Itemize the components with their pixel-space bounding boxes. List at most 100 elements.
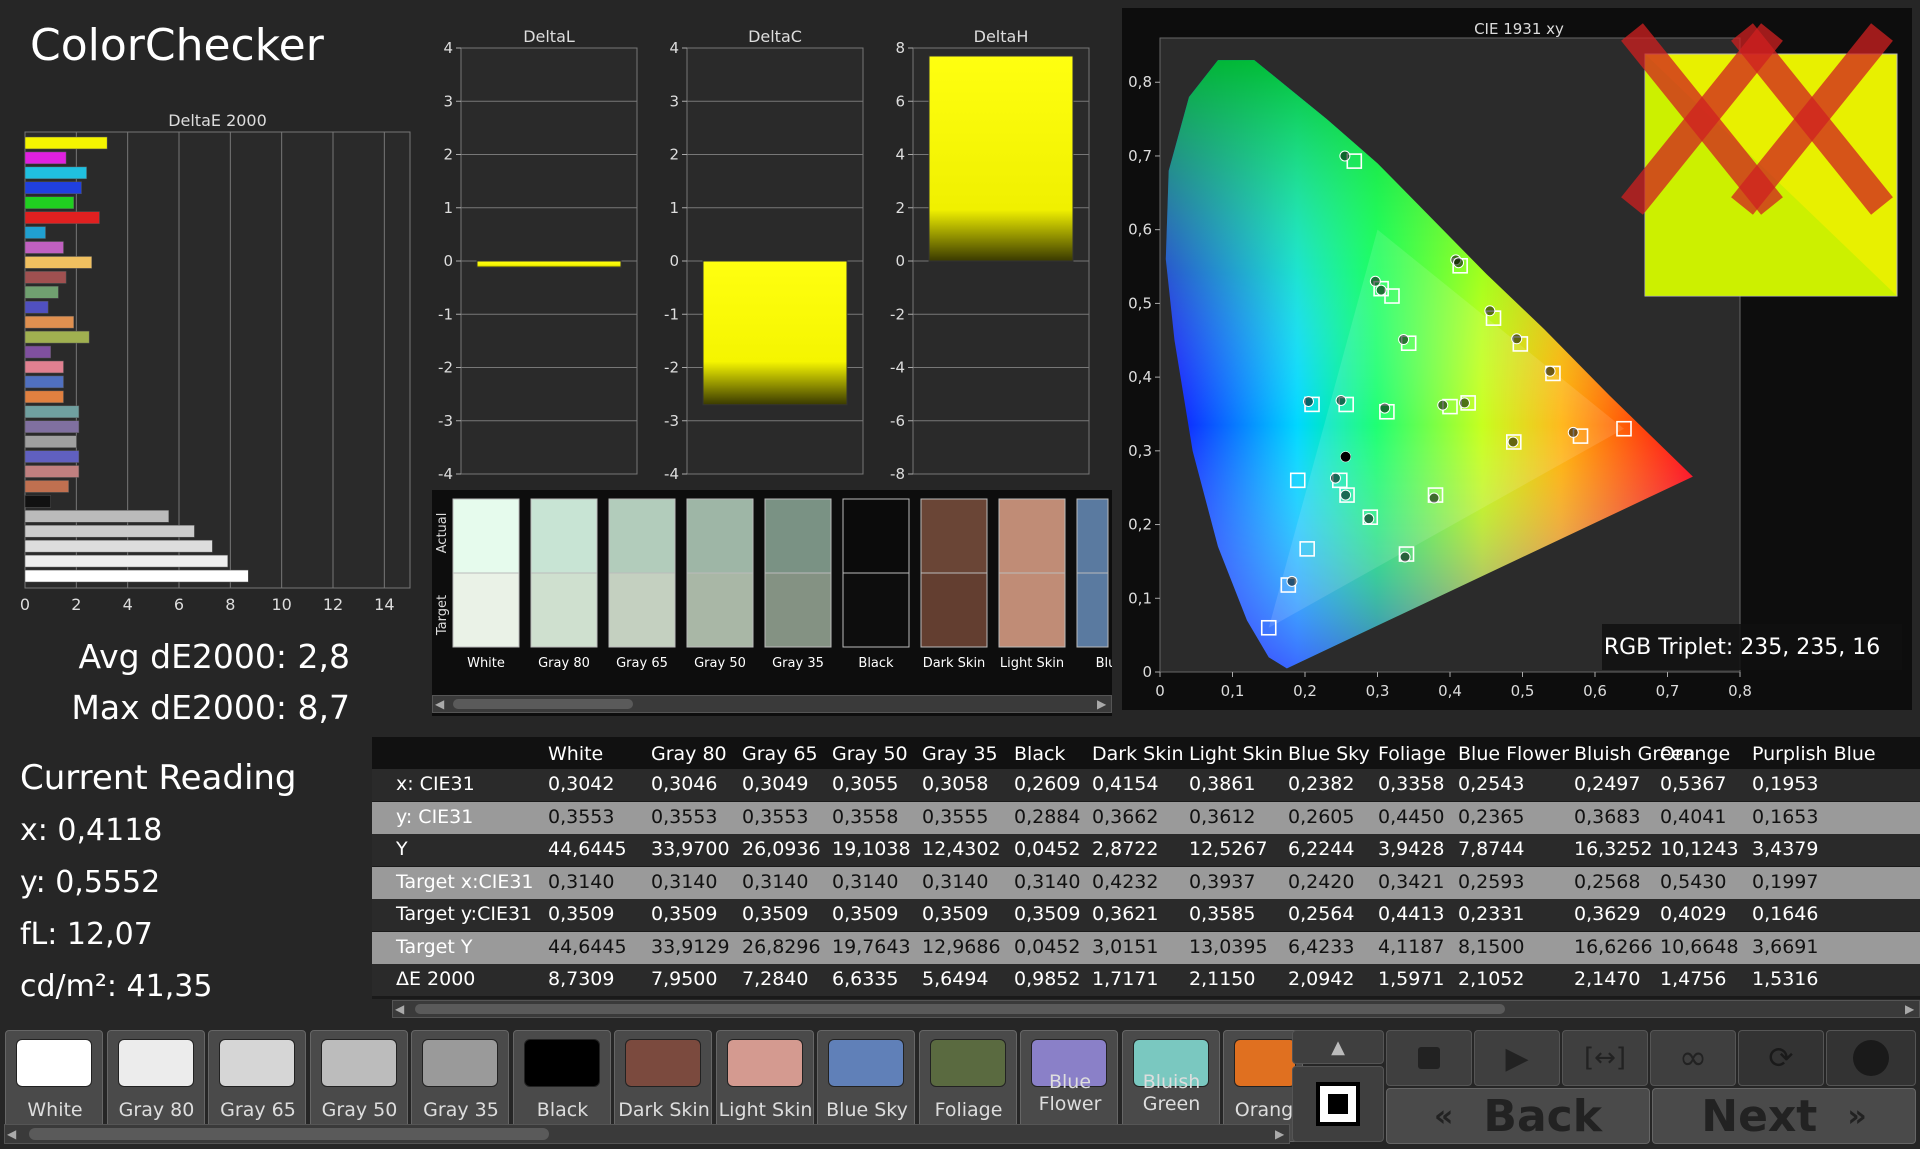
table-cell: 0,2331 bbox=[1458, 903, 1525, 925]
table-cell: 0,3612 bbox=[1189, 805, 1256, 828]
cie-x-tick-label: 0,1 bbox=[1221, 682, 1245, 700]
table-cell: 0,4232 bbox=[1092, 870, 1159, 893]
deltae-bar bbox=[24, 375, 64, 389]
deltae-bar bbox=[24, 465, 80, 478]
swatch-name: Dark Skin bbox=[923, 656, 986, 671]
table-column-header[interactable]: Black bbox=[1014, 743, 1065, 765]
deltae-bar bbox=[24, 315, 75, 329]
table-cell: 0,1653 bbox=[1752, 805, 1819, 828]
play-button[interactable]: ▶ bbox=[1474, 1030, 1560, 1086]
table-cell: 26,0936 bbox=[742, 838, 821, 860]
table-scroll-right-icon[interactable]: ▶ bbox=[1905, 1002, 1914, 1016]
patch-label: Gray 50 bbox=[321, 1099, 398, 1121]
delta-tick-label: -3 bbox=[438, 412, 453, 430]
table-cell: 2,1052 bbox=[1458, 968, 1525, 990]
cie-x-tick-label: 0,6 bbox=[1583, 682, 1607, 700]
patch-label: Gray 65 bbox=[220, 1099, 296, 1121]
patch-swatch bbox=[320, 1039, 397, 1087]
swatch-actual bbox=[686, 498, 754, 574]
deltae-bar bbox=[24, 510, 169, 523]
next-label: Next bbox=[1701, 1090, 1818, 1142]
table-cell: 0,0452 bbox=[1014, 838, 1081, 860]
cie-title: CIE 1931 xy bbox=[1474, 20, 1564, 38]
cie-actual-point bbox=[1507, 436, 1519, 448]
scroll-right-icon[interactable]: ▶ bbox=[1097, 697, 1106, 711]
double-chevron-right-icon: » bbox=[1847, 1098, 1867, 1134]
table-cell: 0,2884 bbox=[1014, 805, 1081, 828]
loop-button[interactable]: ∞ bbox=[1650, 1030, 1736, 1086]
deltae-bar bbox=[24, 390, 64, 404]
delta-tick-label: -6 bbox=[890, 412, 905, 430]
table-column-header[interactable]: Gray 80 bbox=[651, 743, 727, 765]
table-cell: 0,3553 bbox=[742, 805, 809, 828]
stop-button[interactable] bbox=[1386, 1030, 1472, 1086]
deltae-bar bbox=[24, 435, 77, 448]
table-column-header[interactable]: Gray 35 bbox=[922, 743, 998, 765]
table-cell: 2,1150 bbox=[1189, 968, 1256, 990]
table-cell: 7,2840 bbox=[742, 968, 809, 990]
swatch-name: Black bbox=[858, 656, 894, 671]
table-cell: 0,1953 bbox=[1752, 773, 1819, 795]
swatch-scroll-thumb[interactable] bbox=[453, 699, 633, 709]
table-cell: 26,8296 bbox=[742, 935, 821, 958]
stop-measure-button[interactable] bbox=[1292, 1066, 1384, 1142]
patch-scrollbar[interactable]: ◀ ▶ bbox=[4, 1124, 1290, 1144]
deltae-bar bbox=[24, 539, 213, 553]
avg-de2000: Avg dE2000: 2,8 bbox=[78, 637, 350, 676]
patch-scroll-right-icon[interactable]: ▶ bbox=[1275, 1127, 1284, 1141]
refresh-button[interactable]: ⟳ bbox=[1738, 1030, 1824, 1086]
swatch-target bbox=[842, 572, 910, 648]
table-column-header[interactable]: Light Skin bbox=[1189, 743, 1283, 765]
patch-swatch bbox=[828, 1039, 904, 1087]
swatch-actual bbox=[920, 498, 988, 574]
patch-scroll-thumb[interactable] bbox=[29, 1128, 549, 1140]
back-button[interactable]: « Back bbox=[1386, 1088, 1650, 1144]
deltae-tick-label: 2 bbox=[71, 595, 81, 614]
scroll-up-button[interactable]: ▲ bbox=[1292, 1030, 1384, 1064]
table-scroll-thumb[interactable] bbox=[415, 1004, 1505, 1014]
table-cell: 0,0452 bbox=[1014, 935, 1081, 958]
table-column-header[interactable]: Dark Skin bbox=[1092, 743, 1184, 765]
delta-tick-label: -8 bbox=[890, 465, 905, 483]
swatch-scrollbar[interactable]: ◀ ▶ bbox=[432, 695, 1112, 713]
table-cell: 0,2568 bbox=[1574, 870, 1641, 893]
fit-button[interactable]: [↔] bbox=[1562, 1030, 1648, 1086]
table-cell: 12,5267 bbox=[1189, 838, 1268, 860]
table-cell: 1,5971 bbox=[1378, 968, 1445, 990]
next-button[interactable]: Next » bbox=[1652, 1088, 1916, 1144]
patch-label: Black bbox=[536, 1099, 589, 1121]
infinity-icon: ∞ bbox=[1678, 1038, 1708, 1078]
swatch-target bbox=[920, 572, 988, 648]
table-row: ΔE 2000 8,7309 7,9500 7,2840 6,6335 5,6494 0,9… bbox=[372, 964, 1920, 996]
table-scroll-left-icon[interactable]: ◀ bbox=[395, 1002, 404, 1016]
table-column-header[interactable]: Foliage bbox=[1378, 743, 1446, 765]
scroll-left-icon[interactable]: ◀ bbox=[435, 697, 444, 711]
patch-swatch bbox=[16, 1039, 92, 1087]
table-column-header[interactable]: Gray 65 bbox=[742, 743, 818, 765]
deltae-tick-label: 14 bbox=[374, 595, 394, 614]
table-column-header[interactable]: Blue Flower bbox=[1458, 743, 1569, 765]
table-cell: 0,3509 bbox=[832, 903, 899, 925]
delta-chart-title: DeltaL bbox=[523, 27, 575, 46]
stop-icon bbox=[1418, 1047, 1440, 1069]
deltae-bar bbox=[24, 151, 67, 165]
delta-tick-label: -4 bbox=[890, 359, 905, 377]
table-scrollbar[interactable]: ◀ ▶ bbox=[392, 1000, 1920, 1018]
table-row: Target y:CIE31 0,3509 0,3509 0,3509 0,3509 0,… bbox=[372, 899, 1920, 931]
table-column-header[interactable]: White bbox=[548, 743, 603, 765]
delta-tick-label: 6 bbox=[895, 92, 905, 110]
deltae-bar bbox=[24, 420, 80, 433]
cie-y-tick-label: 0,3 bbox=[1128, 442, 1152, 460]
play-icon: ▶ bbox=[1505, 1040, 1529, 1076]
cie-actual-point bbox=[1369, 275, 1381, 287]
table-cell: 0,3553 bbox=[651, 805, 718, 828]
refresh-icon: ⟳ bbox=[1768, 1040, 1794, 1076]
table-column-header[interactable]: Orange bbox=[1660, 743, 1730, 765]
record-button[interactable] bbox=[1826, 1030, 1916, 1086]
table-column-header[interactable]: Gray 50 bbox=[832, 743, 908, 765]
patch-scroll-left-icon[interactable]: ◀ bbox=[7, 1127, 16, 1141]
delta-tick-label: 2 bbox=[443, 146, 453, 164]
table-column-header[interactable]: Blue Sky bbox=[1288, 743, 1370, 765]
table-column-header[interactable]: Purplish Blue bbox=[1752, 743, 1876, 765]
table-cell: 0,3509 bbox=[651, 903, 718, 925]
